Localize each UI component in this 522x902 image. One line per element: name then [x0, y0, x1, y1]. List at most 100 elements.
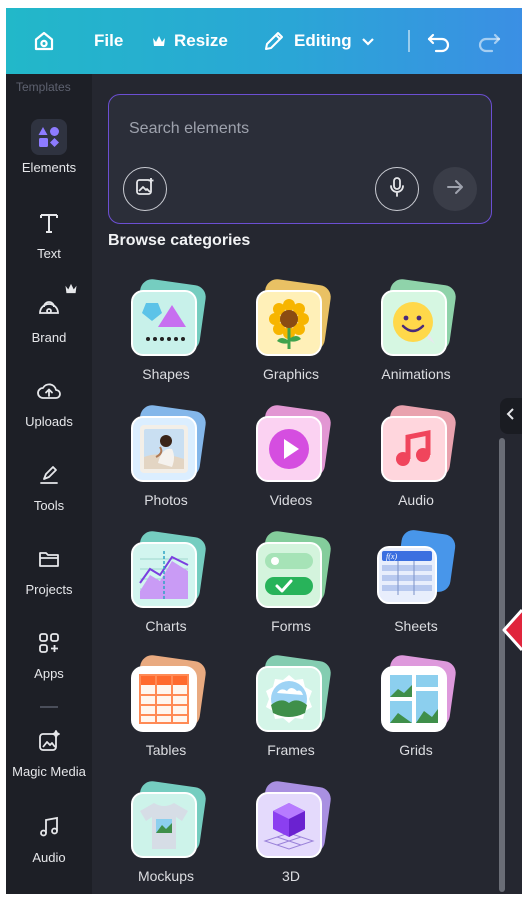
- mockups-thumbnail: [127, 779, 208, 860]
- redo-icon: [476, 29, 502, 53]
- sidebar-item-label: Apps: [34, 666, 64, 681]
- sidebar-item-apps[interactable]: Apps: [6, 626, 92, 681]
- chevron-down-icon: [360, 33, 376, 49]
- sidebar-item-elements[interactable]: Elements: [6, 119, 92, 175]
- magic-media-icon: [6, 724, 92, 758]
- sidebar-faded-label: Templates: [16, 80, 71, 94]
- sidebar-item-uploads[interactable]: Uploads: [6, 374, 92, 429]
- sidebar-item-projects[interactable]: Projects: [6, 542, 92, 597]
- category-videos[interactable]: Videos: [232, 403, 350, 508]
- category-label: Frames: [267, 742, 315, 758]
- category-3d[interactable]: 3D: [232, 779, 350, 884]
- videos-thumbnail: [252, 403, 333, 484]
- sidebar-item-label: Elements: [21, 160, 77, 175]
- sidebar-item-magic-media[interactable]: Magic Media: [6, 724, 92, 779]
- frames-thumbnail: [252, 653, 333, 734]
- sidebar-item-brand[interactable]: Brand: [6, 283, 92, 345]
- graphics-thumbnail: [252, 277, 333, 358]
- category-audio[interactable]: Audio: [357, 403, 475, 508]
- tools-icon: [6, 458, 92, 492]
- crown-icon: [152, 35, 166, 47]
- category-label: Mockups: [137, 868, 195, 884]
- editing-mode-dropdown[interactable]: Editing: [262, 29, 376, 53]
- redo-button[interactable]: [476, 29, 502, 53]
- file-label: File: [94, 31, 124, 50]
- category-mockups[interactable]: Mockups: [107, 779, 225, 884]
- toolbar-divider: [408, 30, 410, 52]
- home-icon: [32, 29, 56, 53]
- category-label: Audio: [398, 492, 434, 508]
- music-icon: [6, 810, 92, 844]
- folder-icon: [6, 542, 92, 576]
- photos-thumbnail: [127, 403, 208, 484]
- undo-button[interactable]: [426, 29, 452, 53]
- grids-thumbnail: [377, 653, 458, 734]
- apps-icon: [6, 626, 92, 660]
- microphone-icon: [386, 176, 408, 203]
- svg-text:f(x): f(x): [386, 552, 397, 561]
- sidebar-item-label: Text: [37, 246, 61, 261]
- category-animations[interactable]: Animations: [357, 277, 475, 382]
- shapes-thumbnail: [127, 277, 208, 358]
- category-label: Charts: [145, 618, 187, 634]
- charts-thumbnail: [127, 529, 208, 610]
- sidebar-item-tools[interactable]: Tools: [6, 458, 92, 513]
- category-label: Photos: [144, 492, 188, 508]
- sidebar-item-label: Projects: [25, 582, 73, 597]
- audio-thumbnail: [377, 403, 458, 484]
- sidebar-divider: [40, 706, 58, 708]
- search-box: [108, 94, 492, 224]
- 3d-thumbnail: [252, 779, 333, 860]
- sidebar-item-label: Uploads: [25, 414, 73, 429]
- category-label: Grids: [399, 742, 433, 758]
- category-label: Graphics: [262, 366, 320, 382]
- brand-icon: [6, 290, 92, 324]
- category-sheets[interactable]: f(x) Sheets: [357, 528, 475, 634]
- category-label: Forms: [271, 618, 311, 634]
- top-toolbar: File Resize Editing: [6, 8, 522, 74]
- voice-search-button[interactable]: [375, 167, 419, 211]
- category-label: Sheets: [394, 618, 438, 634]
- forms-thumbnail: [252, 529, 333, 610]
- collapse-panel-button[interactable]: [500, 398, 522, 434]
- search-input[interactable]: [127, 117, 471, 141]
- sheets-thumbnail: f(x): [377, 528, 457, 610]
- category-tables[interactable]: Tables: [107, 653, 225, 758]
- category-label: 3D: [282, 868, 300, 884]
- category-shapes[interactable]: Shapes: [107, 277, 225, 382]
- red-pointer-marker: [500, 608, 522, 652]
- upload-icon: [6, 374, 92, 408]
- sidebar-item-audio[interactable]: Audio: [6, 810, 92, 865]
- category-label: Shapes: [142, 366, 190, 382]
- submit-search-button[interactable]: [433, 167, 477, 211]
- tables-thumbnail: [127, 653, 208, 734]
- category-photos[interactable]: Photos: [107, 403, 225, 508]
- crown-icon: [64, 282, 78, 297]
- text-icon: [6, 206, 92, 240]
- editing-label: Editing: [294, 31, 352, 50]
- category-forms[interactable]: Forms: [232, 529, 350, 634]
- image-search-icon: [134, 176, 156, 203]
- category-charts[interactable]: Charts: [107, 529, 225, 634]
- undo-icon: [426, 29, 452, 53]
- resize-button[interactable]: Resize: [152, 31, 228, 51]
- category-label: Tables: [145, 742, 187, 758]
- image-search-button[interactable]: [123, 167, 167, 211]
- arrow-right-icon: [445, 177, 465, 202]
- sidebar-item-label: Tools: [33, 498, 65, 513]
- resize-label: Resize: [174, 31, 228, 50]
- sidebar-item-label: Magic Media: [12, 764, 86, 779]
- home-button[interactable]: [32, 29, 56, 53]
- elements-panel: Templates Elements Text Brand Uploads To…: [6, 74, 522, 894]
- file-menu-button[interactable]: File: [94, 31, 123, 51]
- sidebar-item-label: Brand: [31, 330, 67, 345]
- browse-categories-heading: Browse categories: [108, 232, 251, 249]
- elements-icon: [31, 119, 67, 155]
- category-label: Videos: [269, 492, 313, 508]
- category-frames[interactable]: Frames: [232, 653, 350, 758]
- panel-scrollbar[interactable]: [499, 438, 505, 892]
- category-grids[interactable]: Grids: [357, 653, 475, 758]
- sidebar-item-label: Audio: [32, 850, 66, 865]
- category-graphics[interactable]: Graphics: [232, 277, 350, 382]
- sidebar-item-text[interactable]: Text: [6, 206, 92, 261]
